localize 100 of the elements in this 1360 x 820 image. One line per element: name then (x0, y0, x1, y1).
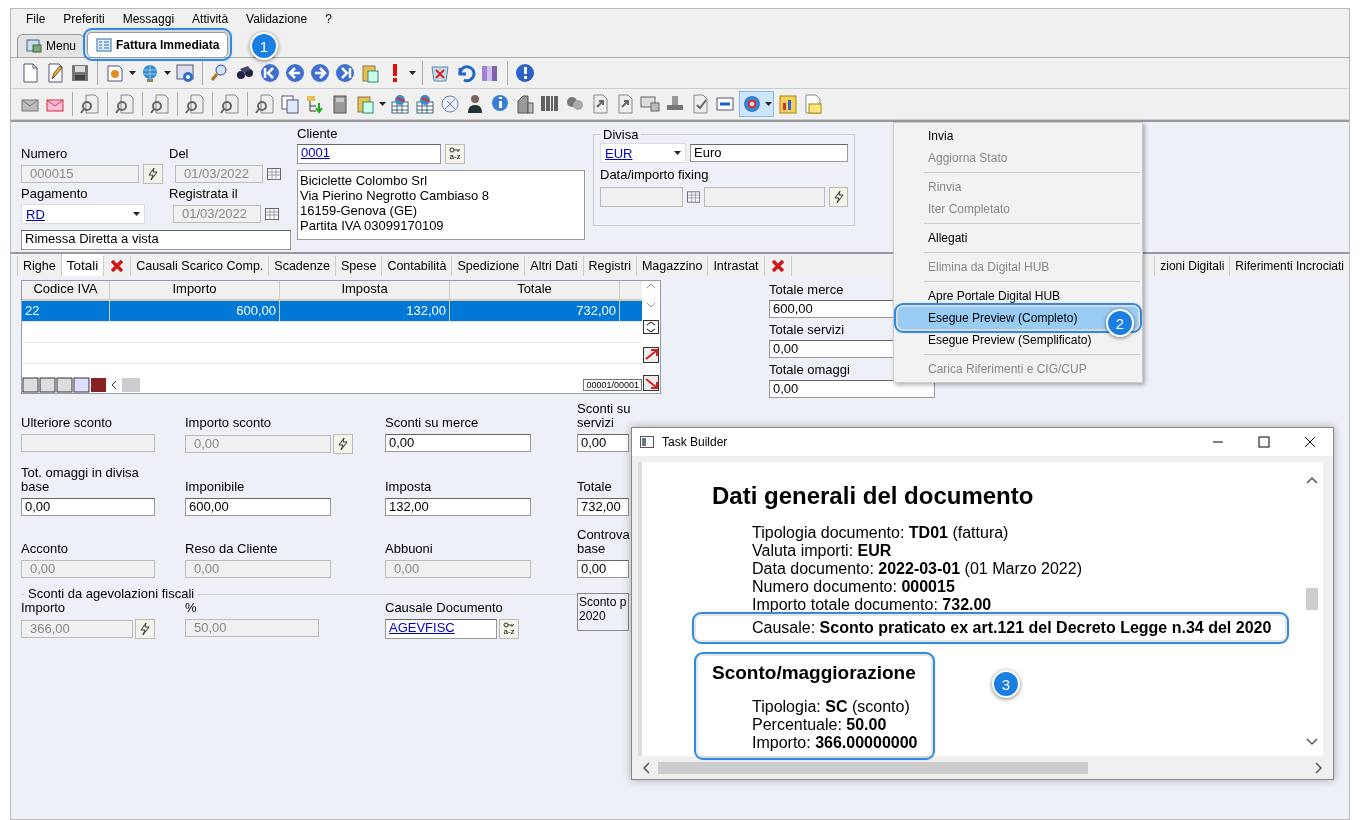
scroll-down-icon[interactable] (1306, 738, 1318, 746)
text-field[interactable]: 132,00 (385, 498, 531, 516)
menu-item[interactable]: Allegati (894, 227, 1142, 249)
lightning-icon (336, 437, 350, 451)
tab[interactable]: Intrastat (707, 256, 764, 276)
field-label: Acconto (21, 540, 69, 556)
row-tools-icon[interactable] (22, 377, 106, 393)
field-label: Data/importo fixing (600, 167, 710, 183)
tab[interactable]: Contabilità (381, 256, 452, 276)
text-field[interactable]: Sconto p 2020 (577, 593, 629, 631)
tree-arrow-icon[interactable] (304, 93, 326, 115)
tab[interactable]: zioni Digitali (1154, 256, 1230, 276)
tab[interactable]: Registri (582, 256, 636, 276)
lookup-button[interactable]: a-z (499, 619, 519, 639)
text-field[interactable] (704, 187, 826, 207)
section-heading: Dati generali del documento (712, 482, 1035, 510)
clipboard-icon[interactable] (359, 62, 381, 84)
tab[interactable]: Scadenze (268, 256, 335, 276)
tab[interactable]: Altri Dati (524, 256, 583, 276)
text-field[interactable]: Rimessa Diretta a vista (21, 230, 291, 250)
text-field[interactable]: AGEVFISC (385, 619, 497, 639)
scroll-thumb[interactable] (122, 378, 140, 392)
text-field[interactable]: 0,00 (577, 560, 629, 578)
globe-table-icon[interactable] (389, 93, 411, 115)
payment-dropdown[interactable]: RD (21, 204, 145, 224)
error-tab[interactable] (763, 256, 791, 276)
document-search-icon[interactable] (254, 93, 276, 115)
spin-icon[interactable] (643, 320, 659, 334)
window-title: Task Builder (662, 435, 728, 449)
caret-icon[interactable] (765, 102, 772, 106)
scroll-thumb[interactable] (658, 761, 1088, 774)
document-search-icon[interactable] (219, 93, 241, 115)
machine-icon[interactable] (514, 93, 536, 115)
menu-item[interactable]: Preferiti (54, 12, 114, 26)
column-header[interactable]: Codice IVA (22, 281, 110, 299)
calendar-icon[interactable] (687, 191, 701, 203)
text-field[interactable]: 0,00 (769, 380, 935, 398)
caret-icon[interactable] (133, 212, 140, 216)
scroll-left-icon[interactable] (642, 761, 650, 774)
address-box[interactable]: Biciclette Colombo Srl Via Pierino Negrotto Cambiaso 8 16159-Genova (GE) Partita IVA 03099170109 (297, 170, 585, 240)
column-header[interactable]: Importo (110, 281, 280, 299)
menu-item[interactable]: Attività (183, 12, 238, 26)
lightning-button[interactable] (135, 619, 155, 639)
menu-item[interactable]: ? (316, 12, 341, 26)
chart-document-icon[interactable] (777, 93, 799, 115)
refresh-icon[interactable] (643, 346, 659, 363)
detail-line: Data documento: 2022-03-01 (01 Marzo 2022) (751, 560, 1083, 578)
tab[interactable]: Riferimenti Incrociati (1229, 256, 1349, 276)
menu-item[interactable]: Messaggi (113, 12, 184, 26)
caret-icon[interactable] (164, 71, 171, 75)
caret-icon[interactable] (129, 71, 136, 75)
lightning-button[interactable] (829, 187, 848, 207)
text-field[interactable]: 0,00 (21, 498, 155, 516)
refresh-icon[interactable] (643, 375, 659, 391)
save-icon[interactable] (69, 62, 91, 84)
scroll-thumb[interactable] (1306, 588, 1318, 610)
document-search-icon[interactable] (184, 93, 206, 115)
scroll-up-icon[interactable] (1306, 476, 1318, 484)
caret-icon[interactable] (674, 151, 681, 155)
clipboard-icon[interactable] (354, 93, 376, 115)
tab[interactable]: Spese (334, 256, 382, 276)
text-field[interactable]: 600,00 (185, 498, 331, 516)
tab[interactable]: Righe (17, 256, 61, 276)
document-search-icon[interactable] (149, 93, 171, 115)
document-search-icon[interactable] (114, 93, 136, 115)
caret-icon[interactable] (409, 71, 416, 75)
column-header[interactable]: Imposta (280, 281, 450, 299)
menu-item[interactable]: Validazione (237, 12, 317, 26)
text-field[interactable]: 0001 (297, 144, 441, 164)
document-mail-icon[interactable] (802, 93, 824, 115)
lightning-button[interactable] (143, 164, 163, 184)
currency-dropdown[interactable]: EUR (600, 143, 686, 163)
text-field[interactable] (600, 187, 684, 207)
caret-icon[interactable] (379, 102, 386, 106)
column-header[interactable]: Totale (450, 281, 620, 299)
tab[interactable]: Totali (60, 254, 104, 276)
document-search-icon[interactable] (79, 93, 101, 115)
globe-table-icon[interactable] (414, 93, 436, 115)
document-tab[interactable]: Menu (17, 34, 86, 57)
menu-item[interactable]: Invia (894, 125, 1142, 147)
text-field[interactable]: 732,00 (577, 498, 629, 516)
help-icon[interactable] (514, 62, 536, 84)
text-field[interactable]: Euro (690, 144, 848, 162)
calendar-icon[interactable] (265, 208, 279, 220)
text-field[interactable]: 0,00 (577, 434, 629, 452)
error-tab[interactable] (103, 256, 131, 276)
menu-item[interactable]: File (17, 12, 55, 26)
window-gear-icon[interactable] (174, 62, 196, 84)
monitor-icon[interactable] (639, 93, 661, 115)
scroll-left-icon[interactable] (110, 380, 118, 390)
field-label: Controva base (577, 526, 631, 556)
calendar-icon[interactable] (267, 168, 281, 180)
tab[interactable]: Magazzino (635, 256, 708, 276)
copy-icon[interactable] (279, 93, 301, 115)
scroll-right-icon[interactable] (1315, 761, 1323, 774)
text-field[interactable]: 0,00 (385, 434, 531, 452)
tab[interactable]: Spedizione (451, 256, 525, 276)
lookup-button[interactable]: a-z (445, 144, 465, 164)
form-icon (96, 38, 113, 52)
tab[interactable]: Causali Scarico Comp. (130, 256, 269, 276)
